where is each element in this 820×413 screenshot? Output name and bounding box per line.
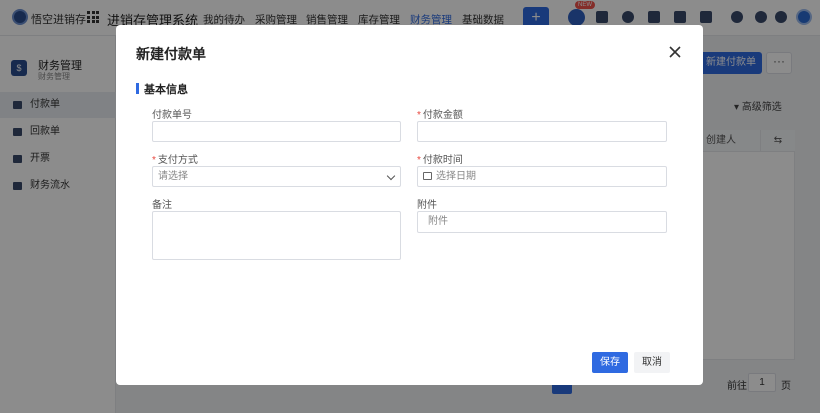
- new-payment-dialog: 新建付款单 基本信息 付款单号 * 付款金额 * 支付方式 请选择 * 付款时间 选择…: [116, 25, 703, 385]
- section-marker: [136, 83, 139, 94]
- pay-no-input[interactable]: [152, 121, 401, 142]
- calendar-icon: [423, 172, 432, 180]
- payment-time-picker[interactable]: 选择日期: [417, 166, 667, 187]
- close-icon[interactable]: [667, 44, 683, 60]
- payment-method-select[interactable]: 请选择: [152, 166, 401, 187]
- amount-input[interactable]: [417, 121, 667, 142]
- attachment-upload[interactable]: 附件: [417, 211, 667, 233]
- amount-label: * 付款金额: [417, 110, 463, 121]
- save-button[interactable]: 保存: [592, 352, 628, 373]
- remark-label: 备注: [152, 200, 172, 211]
- payment-method-placeholder: 请选择: [158, 171, 188, 182]
- payment-time-placeholder: 选择日期: [436, 171, 476, 182]
- pay-no-label: 付款单号: [152, 110, 192, 121]
- cancel-button[interactable]: 取消: [634, 352, 670, 373]
- chevron-down-icon: [386, 171, 396, 181]
- remark-textarea[interactable]: [152, 211, 401, 260]
- payment-time-label: * 付款时间: [417, 155, 463, 166]
- dialog-title: 新建付款单: [136, 46, 206, 62]
- attachment-label: 附件: [417, 200, 437, 211]
- payment-method-label: * 支付方式: [152, 155, 198, 166]
- section-title: 基本信息: [144, 84, 188, 96]
